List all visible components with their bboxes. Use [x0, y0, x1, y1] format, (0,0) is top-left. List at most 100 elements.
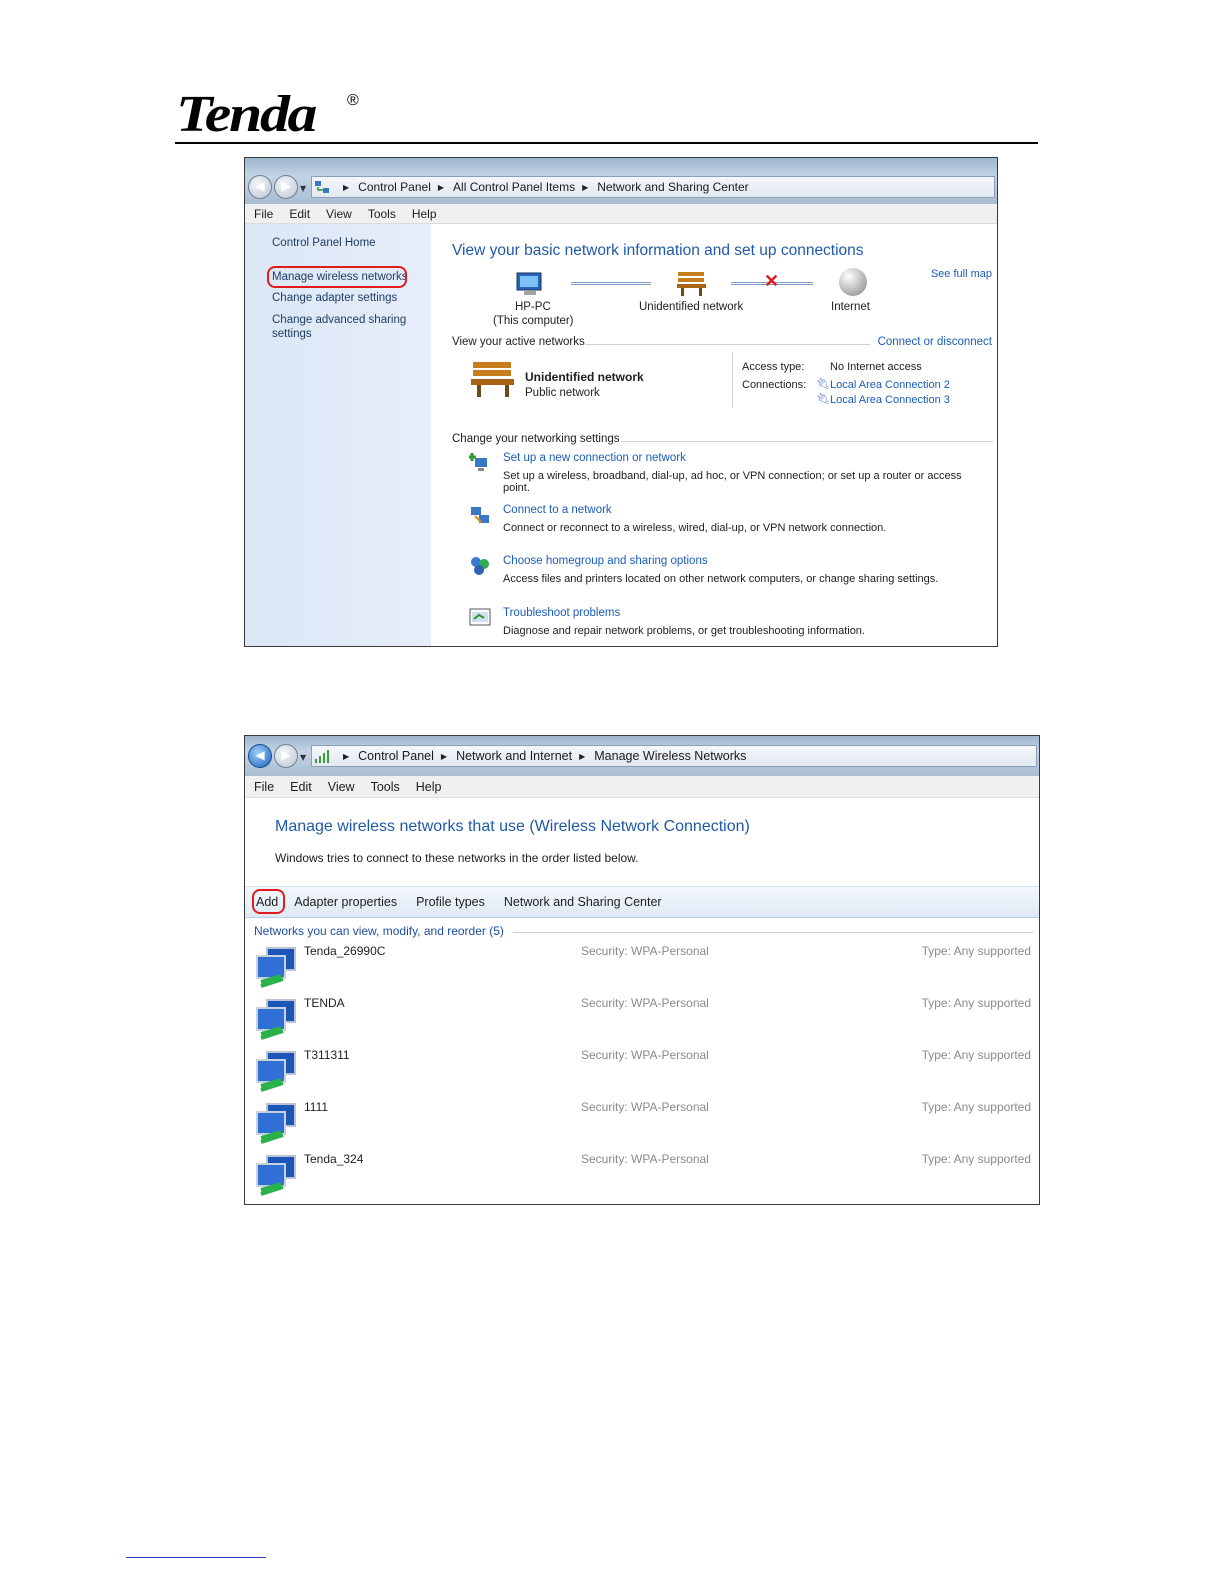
footer-link-underline — [126, 1557, 266, 1558]
list-item[interactable]: TENDA Security: WPA-Personal Type: Any s… — [253, 996, 1039, 1048]
breadcrumb-network-sharing[interactable]: Network and Sharing Center — [597, 180, 748, 194]
network-security: Security: WPA-Personal — [581, 1100, 709, 1114]
address-bar[interactable]: ▶ Control Panel ▶ Network and Internet ▶ Ma… — [311, 745, 1037, 767]
wireless-network-icon — [256, 1051, 296, 1092]
registered-mark: ® — [347, 92, 359, 109]
see-full-map-link[interactable]: See full map — [931, 268, 992, 280]
network-security: Security: WPA-Personal — [581, 996, 709, 1010]
profile-types-button[interactable]: Profile types — [416, 895, 485, 909]
network-type: Type: Any supported — [921, 944, 1031, 958]
connections-label: Connections: — [742, 379, 807, 391]
menu-edit[interactable]: Edit — [289, 207, 310, 221]
sidebar-change-advanced-sharing-line2[interactable]: settings — [272, 328, 312, 340]
adapter-properties-button[interactable]: Adapter properties — [294, 895, 397, 909]
settings-heading: Change your networking settings — [452, 433, 620, 445]
network-type: Type: Any supported — [921, 996, 1031, 1010]
back-button[interactable]: ◀ — [248, 175, 272, 199]
network-security: Security: WPA-Personal — [581, 1048, 709, 1062]
breadcrumb-separator-icon: ▶ — [582, 182, 589, 192]
forward-button[interactable]: ▶ — [274, 175, 298, 199]
back-arrow-icon: ◀ — [255, 179, 265, 193]
map-internet: Internet — [831, 301, 870, 313]
connection-plug-icon: 🔌︎ — [816, 393, 830, 405]
task-connect-network-link[interactable]: Connect to a network — [503, 504, 612, 516]
breadcrumb-manage-wireless[interactable]: Manage Wireless Networks — [594, 749, 746, 763]
connect-network-icon — [471, 507, 489, 523]
troubleshoot-icon — [469, 608, 491, 626]
breadcrumb-control-panel[interactable]: Control Panel — [358, 180, 431, 194]
menu-help[interactable]: Help — [416, 780, 442, 794]
sidebar-change-adapter-settings[interactable]: Change adapter settings — [272, 292, 397, 304]
network-type: Type: Any supported — [921, 1152, 1031, 1166]
active-networks-heading: View your active networks — [452, 336, 585, 348]
connect-disconnect-link[interactable]: Connect or disconnect — [878, 336, 992, 348]
breadcrumb-control-panel[interactable]: Control Panel — [358, 749, 434, 763]
map-computer-sub: (This computer) — [493, 315, 574, 327]
breadcrumb-separator-icon: ▶ — [343, 751, 350, 761]
task-troubleshoot-link[interactable]: Troubleshoot problems — [503, 607, 620, 619]
new-connection-icon — [469, 453, 487, 471]
network-name: Tenda_324 — [304, 1152, 364, 1166]
menu-help[interactable]: Help — [412, 207, 437, 221]
back-button[interactable]: ◀ — [248, 744, 272, 768]
menu-edit[interactable]: Edit — [290, 780, 312, 794]
recent-pages-dropdown-icon[interactable]: ▼ — [300, 753, 306, 762]
tenda-logo: Tenda ® — [176, 86, 376, 143]
divider — [585, 344, 870, 345]
page-subtitle: Windows tries to connect to these networ… — [275, 851, 639, 865]
active-network-category[interactable]: Public network — [525, 387, 600, 399]
breadcrumb-separator-icon: ▶ — [343, 182, 350, 192]
network-security: Security: WPA-Personal — [581, 944, 709, 958]
divider — [513, 932, 1033, 933]
bench-icon — [676, 270, 708, 301]
network-type: Type: Any supported — [921, 1100, 1031, 1114]
menu-view[interactable]: View — [326, 207, 352, 221]
list-item[interactable]: Tenda_26990C Security: WPA-Personal Type… — [253, 944, 1039, 996]
breadcrumb-all-items[interactable]: All Control Panel Items — [453, 180, 575, 194]
globe-icon — [839, 268, 867, 296]
menu-view[interactable]: View — [328, 780, 355, 794]
list-item[interactable]: Tenda_324 Security: WPA-Personal Type: A… — [253, 1152, 1039, 1204]
connection-link-2[interactable]: Local Area Connection 3 — [830, 394, 950, 406]
recent-pages-dropdown-icon[interactable]: ▼ — [300, 184, 306, 193]
task-setup-connection-link[interactable]: Set up a new connection or network — [503, 452, 686, 464]
highlight-oval — [252, 889, 285, 914]
wireless-network-icon — [256, 1155, 296, 1196]
network-sharing-center-button[interactable]: Network and Sharing Center — [504, 895, 662, 909]
sidebar-control-panel-home[interactable]: Control Panel Home — [272, 237, 376, 249]
network-type: Type: Any supported — [921, 1048, 1031, 1062]
logo-text: Tenda — [176, 86, 317, 143]
menu-bar: File Edit View Tools Help — [245, 204, 997, 224]
connection-plug-icon: 🔌︎ — [816, 378, 830, 390]
networks-list-heading: Networks you can view, modify, and reord… — [254, 924, 504, 938]
divider — [621, 441, 993, 442]
no-connection-x-icon: ✕ — [764, 271, 780, 291]
menu-tools[interactable]: Tools — [368, 207, 396, 221]
menu-tools[interactable]: Tools — [371, 780, 400, 794]
task-troubleshoot: Troubleshoot problems Diagnose and repai… — [431, 607, 991, 646]
breadcrumb-separator-icon: ▶ — [440, 751, 448, 761]
list-item[interactable]: 1111 Security: WPA-Personal Type: Any su… — [253, 1100, 1039, 1152]
task-homegroup-link[interactable]: Choose homegroup and sharing options — [503, 555, 708, 567]
active-network-name: Unidentified network — [525, 370, 644, 384]
toolbar: Add Adapter properties Profile types Net… — [245, 886, 1039, 918]
network-security: Security: WPA-Personal — [581, 1152, 709, 1166]
wireless-signal-icon — [315, 750, 329, 763]
wireless-network-icon — [256, 947, 296, 988]
main-content: View your basic network information and … — [431, 224, 997, 646]
highlight-oval — [267, 266, 407, 288]
task-homegroup: Choose homegroup and sharing options Acc… — [431, 555, 991, 595]
task-setup-connection: Set up a new connection or network Set u… — [431, 452, 991, 494]
title-bar: ◀ ▶ ▼ ▶ Control Panel ▶ All Control Panel … — [245, 158, 997, 204]
address-bar[interactable]: ▶ Control Panel ▶ All Control Panel Items … — [311, 176, 995, 198]
map-computer-name: HP-PC — [515, 301, 551, 313]
menu-file[interactable]: File — [254, 207, 273, 221]
sidebar-change-advanced-sharing[interactable]: Change advanced sharing — [272, 314, 406, 326]
menu-file[interactable]: File — [254, 780, 274, 794]
list-item[interactable]: T311311 Security: WPA-Personal Type: Any… — [253, 1048, 1039, 1100]
connection-link-1[interactable]: Local Area Connection 2 — [830, 379, 950, 391]
breadcrumb-network-internet[interactable]: Network and Internet — [456, 749, 572, 763]
task-homegroup-desc: Access files and printers located on oth… — [503, 573, 939, 585]
active-network-bench-icon — [469, 359, 517, 402]
forward-button[interactable]: ▶ — [274, 744, 298, 768]
